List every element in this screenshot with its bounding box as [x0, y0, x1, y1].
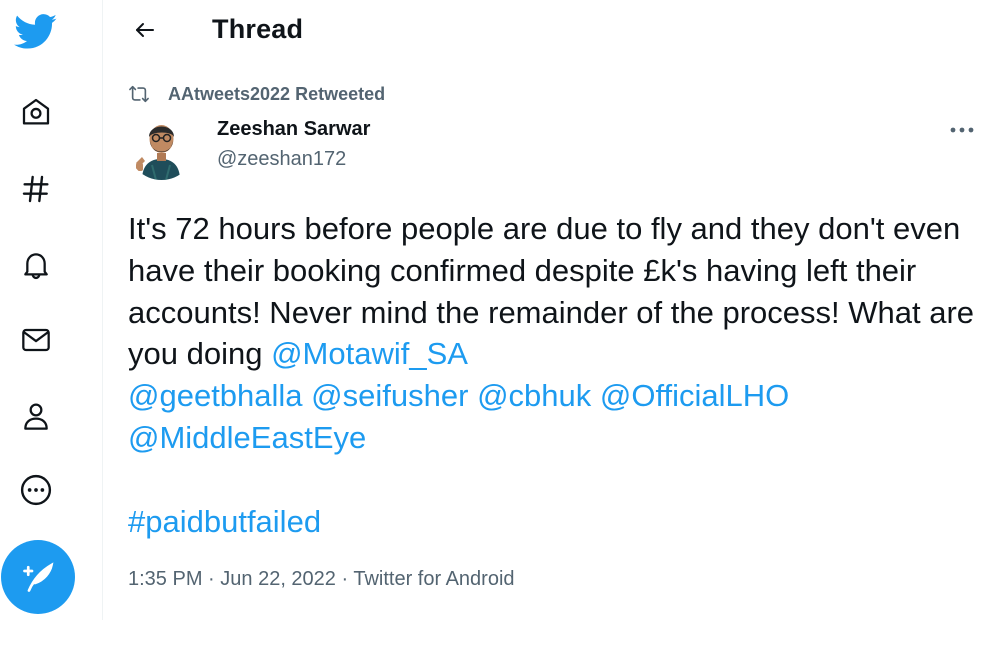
- compose-feather-icon: [23, 562, 54, 592]
- tweet-text: It's 72 hours before people are due to f…: [128, 208, 988, 542]
- retweeted-by-label: AAtweets2022 Retweeted: [168, 83, 386, 104]
- hashtag-link[interactable]: #paidbutfailed: [128, 504, 321, 539]
- notifications-bell-icon[interactable]: [8, 237, 64, 293]
- profile-icon[interactable]: [8, 388, 64, 444]
- tweet-spacer: [591, 378, 600, 413]
- mention-link[interactable]: @seifusher: [311, 378, 468, 413]
- tweet-time[interactable]: 1:35 PM: [128, 568, 202, 590]
- tweet-date[interactable]: Jun 22, 2022: [220, 568, 336, 590]
- retweeted-by[interactable]: AAtweets2022 Retweeted: [128, 82, 385, 106]
- meta-separator: ·: [335, 568, 354, 590]
- author-name[interactable]: Zeeshan Sarwar: [217, 118, 370, 141]
- mention-link[interactable]: @OfficialLHO: [600, 378, 789, 413]
- mention-link[interactable]: @geetbhalla: [128, 378, 303, 413]
- thread-header: Thread: [103, 0, 1001, 60]
- back-button[interactable]: [125, 10, 165, 50]
- more-circle-icon[interactable]: [8, 462, 64, 518]
- tweet-source[interactable]: Twitter for Android: [353, 568, 514, 590]
- page-title: Thread: [212, 14, 304, 44]
- explore-hashtag-icon[interactable]: [8, 161, 64, 217]
- messages-envelope-icon[interactable]: [8, 312, 64, 368]
- back-arrow-icon: [136, 23, 154, 37]
- tweet-spacer: [303, 378, 312, 413]
- tweet-body-text: It's 72 hours before people are due to f…: [128, 211, 983, 372]
- mention-link[interactable]: @cbhuk: [477, 378, 591, 413]
- more-options-button[interactable]: [940, 115, 984, 145]
- mention-link[interactable]: @Motawif_SA: [271, 336, 468, 371]
- author-handle[interactable]: @zeeshan172: [217, 148, 346, 171]
- more-dots-icon: [950, 127, 974, 133]
- home-icon[interactable]: [8, 84, 64, 140]
- retweet-icon: [128, 82, 152, 106]
- twitter-logo-icon[interactable]: [8, 4, 64, 60]
- compose-tweet-button[interactable]: [1, 540, 75, 614]
- tweet-meta: 1:35 PM · Jun 22, 2022 · Twitter for And…: [128, 568, 515, 591]
- sidebar: [0, 0, 103, 620]
- mention-link[interactable]: @MiddleEastEye: [128, 420, 366, 455]
- meta-separator: ·: [202, 568, 221, 590]
- tweet-spacer: [468, 378, 477, 413]
- avatar[interactable]: [128, 113, 195, 180]
